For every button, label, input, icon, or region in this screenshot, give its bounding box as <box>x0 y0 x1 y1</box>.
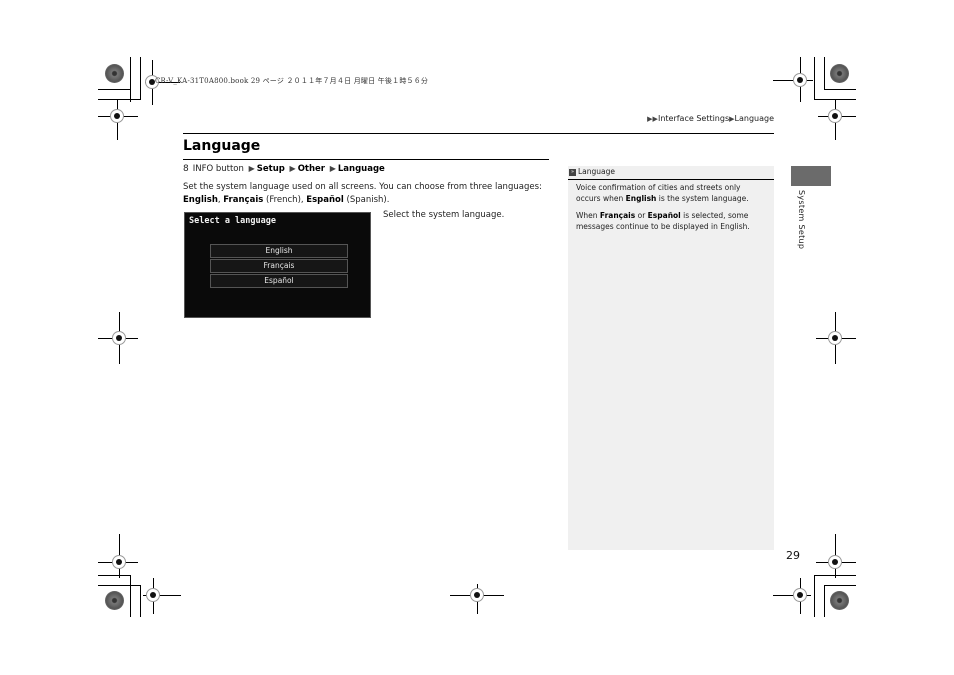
crop-line <box>814 57 815 100</box>
chapter-tab-label: System Setup <box>797 190 806 250</box>
desc-end: . <box>386 195 390 205</box>
crop-line <box>824 585 825 617</box>
text: Español <box>647 211 681 220</box>
registration-mark-icon <box>828 331 842 345</box>
crop-line <box>140 585 141 617</box>
language-option-name: English <box>183 195 218 205</box>
color-disk-icon <box>105 591 124 610</box>
text: When <box>576 211 600 220</box>
registration-mark-icon <box>112 555 126 569</box>
section-description: Set the system language used on all scre… <box>183 181 549 207</box>
language-option-english[interactable]: English <box>210 244 348 258</box>
text: or <box>635 211 648 220</box>
language-option-note: (Spanish) <box>343 195 387 205</box>
path-step: Language <box>337 164 385 174</box>
desc-text: Set the system language used on all scre… <box>183 182 542 192</box>
language-option-espanol[interactable]: Español <box>210 274 348 288</box>
header-divider <box>183 133 774 134</box>
sidebar-paragraph: When Français or Español is selected, so… <box>576 210 766 232</box>
text: English <box>625 194 657 203</box>
crop-line <box>98 89 131 90</box>
crop-line <box>98 575 131 576</box>
registration-mark-icon <box>793 73 807 87</box>
sidebar-paragraph: Voice confirmation of cities and streets… <box>576 182 766 204</box>
registration-mark-icon <box>146 588 160 602</box>
arrow-right-icon: ▶ <box>248 164 255 173</box>
registration-mark-icon <box>828 555 842 569</box>
text: Français <box>599 211 636 220</box>
arrow-right-icon: ▶▶ <box>647 115 658 123</box>
reference-icon: » <box>569 168 576 176</box>
breadcrumb: ▶▶Interface Settings▶Language <box>647 114 774 123</box>
page-number: 29 <box>786 549 800 562</box>
arrow-right-icon: ▶ <box>289 164 296 173</box>
language-option-name: Français <box>223 195 264 205</box>
sidebar-heading: » Language <box>568 166 774 180</box>
sidebar-heading-text: Language <box>578 167 616 176</box>
title-divider <box>183 159 549 160</box>
registration-mark-icon <box>470 588 484 602</box>
crop-line <box>130 575 131 617</box>
navigation-path: 8 INFO button ▶ Setup ▶ Other ▶ Language <box>183 164 385 174</box>
sidebar-note: » Language Voice confirmation of cities a… <box>568 166 774 550</box>
path-step: Other <box>297 164 326 174</box>
color-disk-icon <box>830 64 849 83</box>
crop-line <box>824 89 856 90</box>
registration-mark-icon <box>793 588 807 602</box>
screen-capture: Select a language English Français Españ… <box>184 212 371 318</box>
crop-line <box>130 57 131 102</box>
print-header: CR-V_KA-31T0A800.book 29 ページ ２０１１年７月４日 月… <box>155 77 429 85</box>
breadcrumb-item[interactable]: Language <box>735 114 774 123</box>
screen-title: Select a language <box>189 216 276 226</box>
crop-line <box>140 57 141 100</box>
crop-line <box>814 575 815 617</box>
screen-caption: Select the system language. <box>383 210 505 220</box>
text: is the system language. <box>656 194 749 203</box>
breadcrumb-item[interactable]: Interface Settings <box>658 114 729 123</box>
registration-mark-icon <box>112 331 126 345</box>
crop-line <box>98 585 141 586</box>
path-step: Setup <box>256 164 285 174</box>
path-start: INFO button <box>192 164 244 174</box>
page-title: Language <box>183 138 261 154</box>
registration-mark-icon <box>828 109 842 123</box>
language-option-francais[interactable]: Français <box>210 259 348 273</box>
chapter-tab <box>791 166 831 186</box>
color-disk-icon <box>830 591 849 610</box>
language-option-note: (French) <box>263 195 301 205</box>
color-disk-icon <box>105 64 124 83</box>
crop-line <box>824 585 856 586</box>
language-option-name: Español <box>306 195 344 205</box>
registration-mark-icon <box>110 109 124 123</box>
crop-line <box>98 99 141 100</box>
info-icon: 8 <box>183 164 189 174</box>
arrow-right-icon: ▶ <box>329 164 336 173</box>
crop-line <box>824 57 825 90</box>
